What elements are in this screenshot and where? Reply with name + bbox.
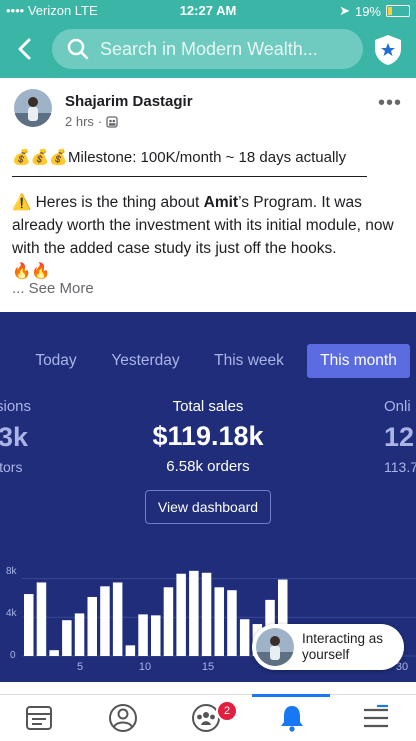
see-more-link[interactable]: ... See More xyxy=(12,280,94,297)
chart-bar xyxy=(214,587,224,656)
post-milestone: 💰💰💰Milestone: 100K/month ~ 18 days actua… xyxy=(12,149,347,166)
online-value-partial: 12 xyxy=(384,422,415,452)
online-label-partial: Onli xyxy=(384,398,411,415)
author-avatar[interactable] xyxy=(14,89,52,127)
news-feed-icon[interactable] xyxy=(22,703,56,733)
chart-bar xyxy=(189,570,199,656)
author-name[interactable]: Shajarim Dastagir xyxy=(65,93,193,110)
tab-this-month[interactable]: This month xyxy=(307,344,410,378)
body-bold: Amit xyxy=(203,194,239,211)
online-sub-partial: 113.7 xyxy=(384,459,416,475)
x-tick-label: 15 xyxy=(201,661,215,673)
chart-bar xyxy=(138,614,148,656)
chart-bar xyxy=(112,582,123,656)
chart-bar xyxy=(201,572,212,656)
chart-bar xyxy=(62,620,72,656)
chart-bar xyxy=(100,586,110,656)
chart-bar xyxy=(49,650,59,656)
app-header: Search in Modern Wealth... xyxy=(0,20,416,78)
interacting-as-toast[interactable]: Interacting as yourself xyxy=(252,624,404,670)
total-sales-value: $119.18k xyxy=(152,421,264,451)
chart-bar xyxy=(87,596,97,656)
toast-line2: yourself xyxy=(302,647,350,662)
status-bar: •••• Verizon LTE 12:27 AM ➤ 19% xyxy=(0,0,416,20)
post-time[interactable]: 2 hrs xyxy=(65,114,94,129)
search-bar[interactable]: Search in Modern Wealth... xyxy=(52,29,363,69)
chart-bar xyxy=(227,590,237,656)
notifications-bell-icon[interactable] xyxy=(275,703,309,733)
orders-count: 6.58k orders xyxy=(166,458,250,475)
total-sales-label: Total sales xyxy=(172,398,244,415)
chart-bar xyxy=(151,615,161,656)
menu-icon[interactable] xyxy=(359,703,393,733)
active-tab-indicator xyxy=(252,694,330,697)
profile-icon[interactable] xyxy=(106,703,140,733)
chart-bar xyxy=(239,619,250,656)
more-options-icon[interactable]: ••• xyxy=(378,92,402,115)
post-meta: 2 hrs · xyxy=(65,114,118,129)
chart-bar xyxy=(125,645,136,656)
chart-bar xyxy=(24,594,34,656)
view-dashboard-button[interactable]: View dashboard xyxy=(145,490,271,524)
period-tabs: Today Yesterday This week This month xyxy=(0,344,416,378)
toast-avatar xyxy=(256,628,294,666)
battery-percent: 19% xyxy=(354,3,381,19)
location-icon: ➤ xyxy=(339,3,350,18)
group-privacy-icon xyxy=(106,115,118,128)
post-body: ⚠️ Heres is the thing about Amit’s Progr… xyxy=(12,191,407,283)
dot-separator: · xyxy=(97,114,103,129)
chart-bar xyxy=(74,613,85,656)
sessions-label-partial: sions xyxy=(0,398,32,415)
search-icon xyxy=(67,38,89,60)
bottom-nav xyxy=(0,694,416,741)
x-tick-label: 5 xyxy=(76,661,84,673)
status-right: ➤ 19% xyxy=(339,3,410,19)
battery-icon xyxy=(386,5,410,17)
tab-yesterday[interactable]: Yesterday xyxy=(103,344,188,378)
back-arrow-icon[interactable] xyxy=(12,36,38,62)
chart-bar xyxy=(176,573,186,656)
post-divider xyxy=(12,176,367,177)
chart-bar xyxy=(163,587,174,656)
admin-badge-icon[interactable] xyxy=(373,34,403,66)
fire-emojis: 🔥🔥 xyxy=(12,263,51,280)
notification-badge: 2 xyxy=(216,700,238,722)
tab-today[interactable]: Today xyxy=(26,344,86,378)
search-input[interactable]: Search in Modern Wealth... xyxy=(100,39,318,60)
chart-bar xyxy=(36,582,47,656)
sessions-value-partial: 3k xyxy=(0,422,29,452)
post-card: Shajarim Dastagir 2 hrs · ••• 💰💰💰Milesto… xyxy=(0,78,416,308)
x-tick-label: 10 xyxy=(138,661,152,673)
body-intro: ⚠️ Heres is the thing about xyxy=(12,194,204,211)
toast-line1: Interacting as xyxy=(302,631,384,646)
tab-this-week[interactable]: This week xyxy=(205,344,293,378)
toast-text: Interacting as yourself xyxy=(302,631,383,663)
visitors-label-partial: itors xyxy=(0,459,23,475)
